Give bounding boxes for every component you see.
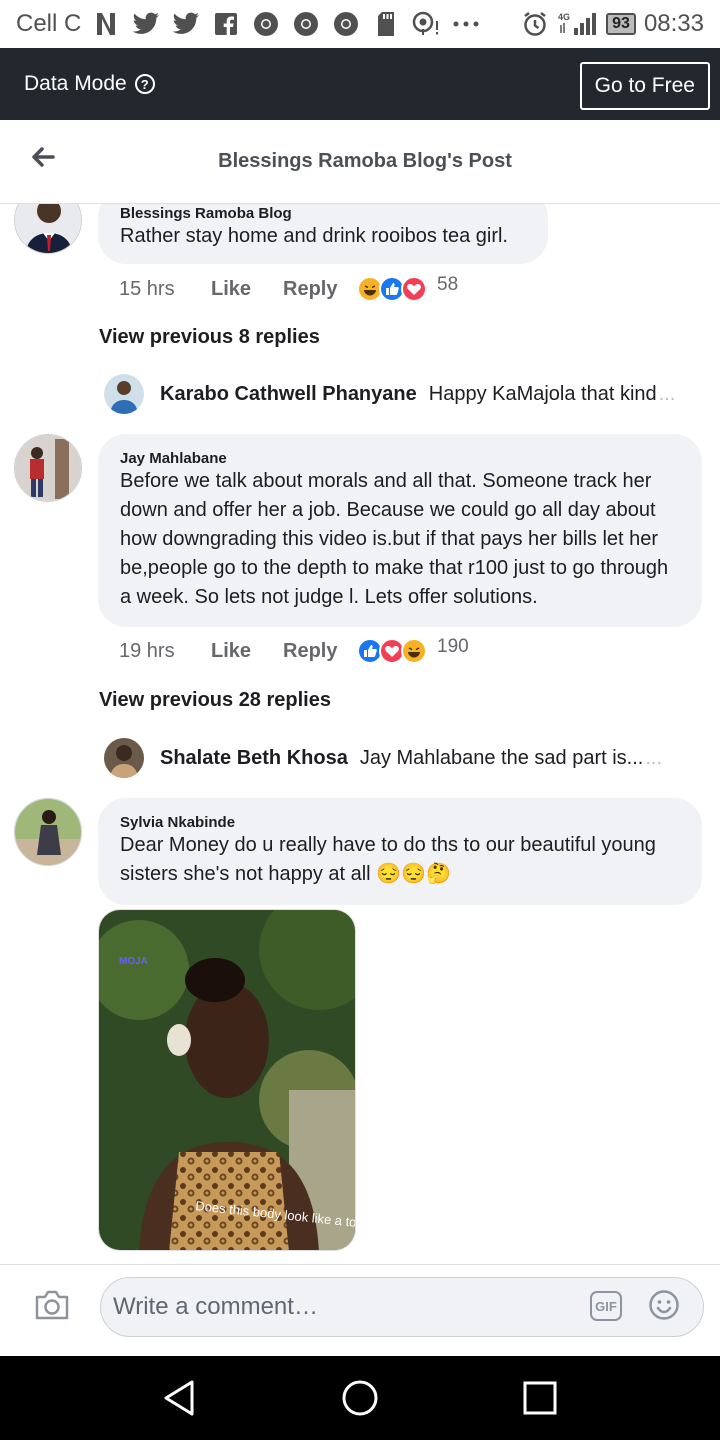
- comment-time: 19 hrs: [119, 639, 175, 662]
- chrome-icon: [251, 9, 281, 39]
- go-to-free-button[interactable]: Go to Free: [579, 62, 710, 110]
- alarm-icon: [520, 9, 550, 39]
- reply-text: Happy KaMajola that kind: [428, 382, 657, 405]
- comment-composer: GIF: [0, 1264, 720, 1356]
- avatar: [104, 738, 144, 778]
- comment-actions: 19 hrs Like Reply 190: [119, 636, 469, 664]
- avatar[interactable]: [14, 204, 82, 254]
- carrier-name: Cell C: [16, 10, 82, 37]
- hotspot-icon: [411, 9, 441, 39]
- reply-button[interactable]: Reply: [283, 278, 357, 301]
- haha-reaction-icon: [401, 638, 427, 664]
- love-reaction-icon: [401, 276, 427, 302]
- facebook-icon: [211, 9, 241, 39]
- tv-logo: MOJA: [119, 956, 148, 967]
- back-arrow-icon[interactable]: [28, 142, 58, 172]
- camera-icon[interactable]: [34, 1289, 70, 1321]
- more-dots-icon: [451, 9, 481, 39]
- signal-icon: 4G: [558, 9, 598, 39]
- comment-bubble[interactable]: Jay Mahlabane Before we talk about moral…: [98, 434, 702, 627]
- recents-square-icon[interactable]: [518, 1376, 562, 1420]
- comment-text: Rather stay home and drink rooibos tea g…: [120, 225, 508, 247]
- status-bar: Cell C 4G 93 08:33: [0, 0, 720, 48]
- comment-author[interactable]: Jay Mahlabane: [120, 450, 680, 467]
- svg-text:4G: 4G: [558, 12, 570, 22]
- comment-text: Before we talk about morals and all that…: [120, 470, 669, 608]
- comment-time: 15 hrs: [119, 277, 175, 300]
- reply-preview[interactable]: Karabo Cathwell Phanyane Happy KaMajola …: [104, 374, 675, 414]
- notification-icons: [91, 9, 481, 39]
- home-circle-icon[interactable]: [338, 1376, 382, 1420]
- comment-text-wrap: Dear Money do u really have to do ths to…: [120, 831, 680, 889]
- gif-icon[interactable]: GIF: [590, 1291, 622, 1321]
- ellipsis: ...: [645, 746, 662, 769]
- emoji-icon[interactable]: [648, 1289, 680, 1321]
- sd-card-icon: [371, 9, 401, 39]
- like-button[interactable]: Like: [211, 278, 283, 301]
- back-triangle-icon[interactable]: [158, 1376, 202, 1420]
- comments-feed[interactable]: Blessings Ramoba Blog Rather stay home a…: [0, 204, 720, 1264]
- battery-indicator: 93: [606, 13, 636, 35]
- reply-preview[interactable]: Shalate Beth Khosa Jay Mahlabane the sad…: [104, 738, 662, 778]
- help-icon[interactable]: ?: [134, 74, 155, 94]
- system-nav-bar: [0, 1356, 720, 1440]
- data-mode-bar: Data Mode ? Go to Free: [0, 48, 720, 120]
- twitter-icon: [131, 9, 161, 39]
- chrome-icon: [291, 9, 321, 39]
- chrome-icon: [331, 9, 361, 39]
- reply-author[interactable]: Shalate Beth Khosa: [160, 747, 348, 770]
- reply-button[interactable]: Reply: [283, 640, 357, 663]
- clock: 08:33: [643, 10, 704, 37]
- system-indicators: 4G 93 08:33: [520, 9, 704, 39]
- reply-text: Jay Mahlabane the sad part is...: [359, 746, 644, 769]
- ellipsis: ...: [658, 382, 676, 405]
- reactions-summary[interactable]: 190: [357, 636, 469, 664]
- reactions-summary[interactable]: 58: [357, 274, 459, 302]
- comment-actions: 15 hrs Like Reply 58: [119, 274, 459, 302]
- avatar[interactable]: [14, 798, 82, 866]
- comment-author[interactable]: Blessings Ramoba Blog: [120, 205, 526, 222]
- avatar: [104, 374, 144, 414]
- comment-bubble[interactable]: Sylvia Nkabinde Dear Money do u really h…: [98, 798, 702, 905]
- reaction-count: 190: [437, 636, 469, 657]
- avatar[interactable]: [14, 434, 82, 502]
- data-mode-label: Data Mode: [24, 72, 127, 95]
- reaction-count: 58: [437, 274, 459, 295]
- page-title: Blessings Ramoba Blog's Post: [218, 150, 512, 172]
- post-header: Blessings Ramoba Blog's Post: [0, 120, 720, 204]
- comment-bubble[interactable]: Blessings Ramoba Blog Rather stay home a…: [98, 204, 548, 264]
- view-previous-replies-link[interactable]: View previous 8 replies: [99, 326, 320, 349]
- reply-author[interactable]: Karabo Cathwell Phanyane: [160, 383, 417, 406]
- comment-photo[interactable]: MOJA Does this body look like a to: [98, 909, 356, 1251]
- twitter-icon: [171, 9, 201, 39]
- like-button[interactable]: Like: [211, 640, 283, 663]
- netflix-icon: [91, 9, 121, 39]
- view-previous-replies-link[interactable]: View previous 28 replies: [99, 689, 331, 712]
- comment-author[interactable]: Sylvia Nkabinde: [120, 814, 680, 831]
- emoji-text: 😔😔🤔: [376, 863, 451, 885]
